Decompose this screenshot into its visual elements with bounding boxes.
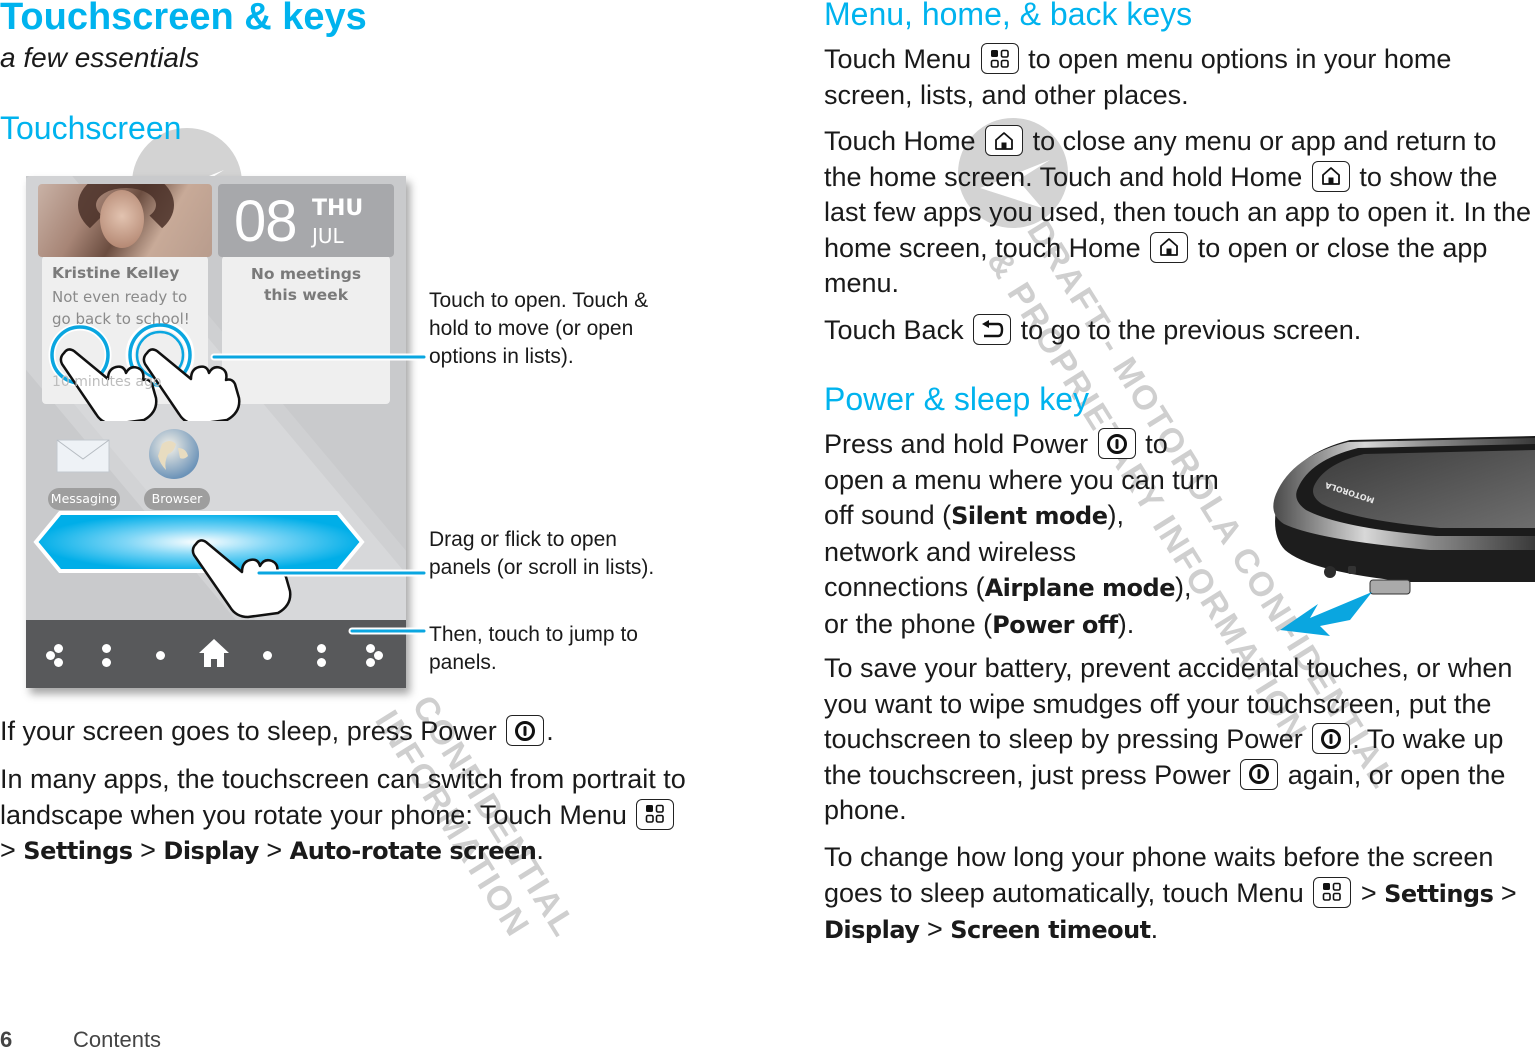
power-key-icon bbox=[1097, 428, 1136, 460]
separator: > bbox=[926, 914, 943, 944]
paragraph-rotate: In many apps, the touchscreen can switch… bbox=[0, 762, 690, 870]
separator: > bbox=[140, 835, 156, 865]
separator: > bbox=[1500, 877, 1517, 908]
footer-section-link[interactable]: Contents bbox=[73, 1027, 161, 1049]
paragraph-power-menu: Press and hold Power to open a menu wher… bbox=[824, 427, 1219, 643]
home-key-icon bbox=[985, 125, 1024, 157]
option-silent-mode: Silent mode bbox=[951, 502, 1108, 530]
callout-drag: Drag or flick to open panels (or scroll … bbox=[429, 528, 655, 579]
text: . bbox=[546, 716, 554, 746]
phone-power-key-illustration: MOTOROLA bbox=[1273, 436, 1535, 636]
text: In many apps, the touchscreen can switch… bbox=[0, 764, 686, 830]
menu-path-auto-rotate: Auto-rotate screen bbox=[289, 837, 537, 865]
home-key-icon bbox=[1150, 231, 1189, 263]
paragraph-sleep: If your screen goes to sleep, press Powe… bbox=[0, 714, 700, 750]
text: . bbox=[1150, 914, 1159, 944]
text: Touch Home bbox=[824, 126, 976, 156]
callout-touch: Touch to open. Touch & hold to move (or … bbox=[429, 289, 649, 368]
menu-key-icon bbox=[980, 43, 1019, 75]
text: . bbox=[536, 835, 544, 865]
arrow-icon bbox=[1280, 592, 1372, 636]
page-number: 6 bbox=[0, 1027, 13, 1049]
menu-path-display: Display bbox=[163, 837, 259, 865]
paragraph-home: Touch Home to close any menu or app and … bbox=[824, 124, 1534, 302]
back-key-icon bbox=[973, 314, 1012, 346]
text: ). bbox=[1117, 608, 1135, 639]
power-key-icon bbox=[506, 715, 545, 747]
text: to go to the previous screen. bbox=[1020, 315, 1362, 345]
paragraph-timeout: To change how long your phone waits befo… bbox=[824, 840, 1534, 949]
power-button bbox=[1369, 579, 1411, 595]
callout-leader-lines bbox=[210, 353, 428, 635]
text: Touch Back bbox=[824, 315, 964, 345]
paragraph-menu: Touch Menu to open menu options in your … bbox=[824, 42, 1529, 113]
separator: > bbox=[266, 835, 283, 865]
menu-path-settings: Settings bbox=[1384, 879, 1494, 908]
separator: > bbox=[0, 835, 16, 865]
text: Press and hold Power bbox=[824, 429, 1089, 459]
menu-key-icon bbox=[636, 798, 675, 830]
callout-panels: Then, touch to jump to panels. bbox=[429, 623, 638, 674]
section-title-keys: Menu, home, & back keys bbox=[824, 0, 1193, 32]
separator: > bbox=[1360, 877, 1377, 908]
option-airplane-mode: Airplane mode bbox=[984, 574, 1176, 602]
option-power-off: Power off bbox=[992, 610, 1118, 639]
menu-path-settings: Settings bbox=[23, 837, 133, 865]
power-key-icon bbox=[1312, 723, 1351, 755]
text: Touch Menu bbox=[824, 44, 972, 74]
menu-path-display: Display bbox=[824, 916, 920, 944]
menu-path-screen-timeout: Screen timeout bbox=[950, 916, 1151, 944]
paragraph-battery: To save your battery, prevent accidental… bbox=[824, 651, 1534, 829]
section-title-power: Power & sleep key bbox=[824, 381, 1090, 417]
power-key-icon bbox=[1240, 758, 1279, 790]
text: If your screen goes to sleep, press Powe… bbox=[0, 716, 497, 746]
paragraph-back: Touch Back to go to the previous screen. bbox=[824, 313, 1529, 349]
home-key-icon bbox=[1311, 160, 1350, 192]
menu-key-icon bbox=[1313, 876, 1352, 908]
